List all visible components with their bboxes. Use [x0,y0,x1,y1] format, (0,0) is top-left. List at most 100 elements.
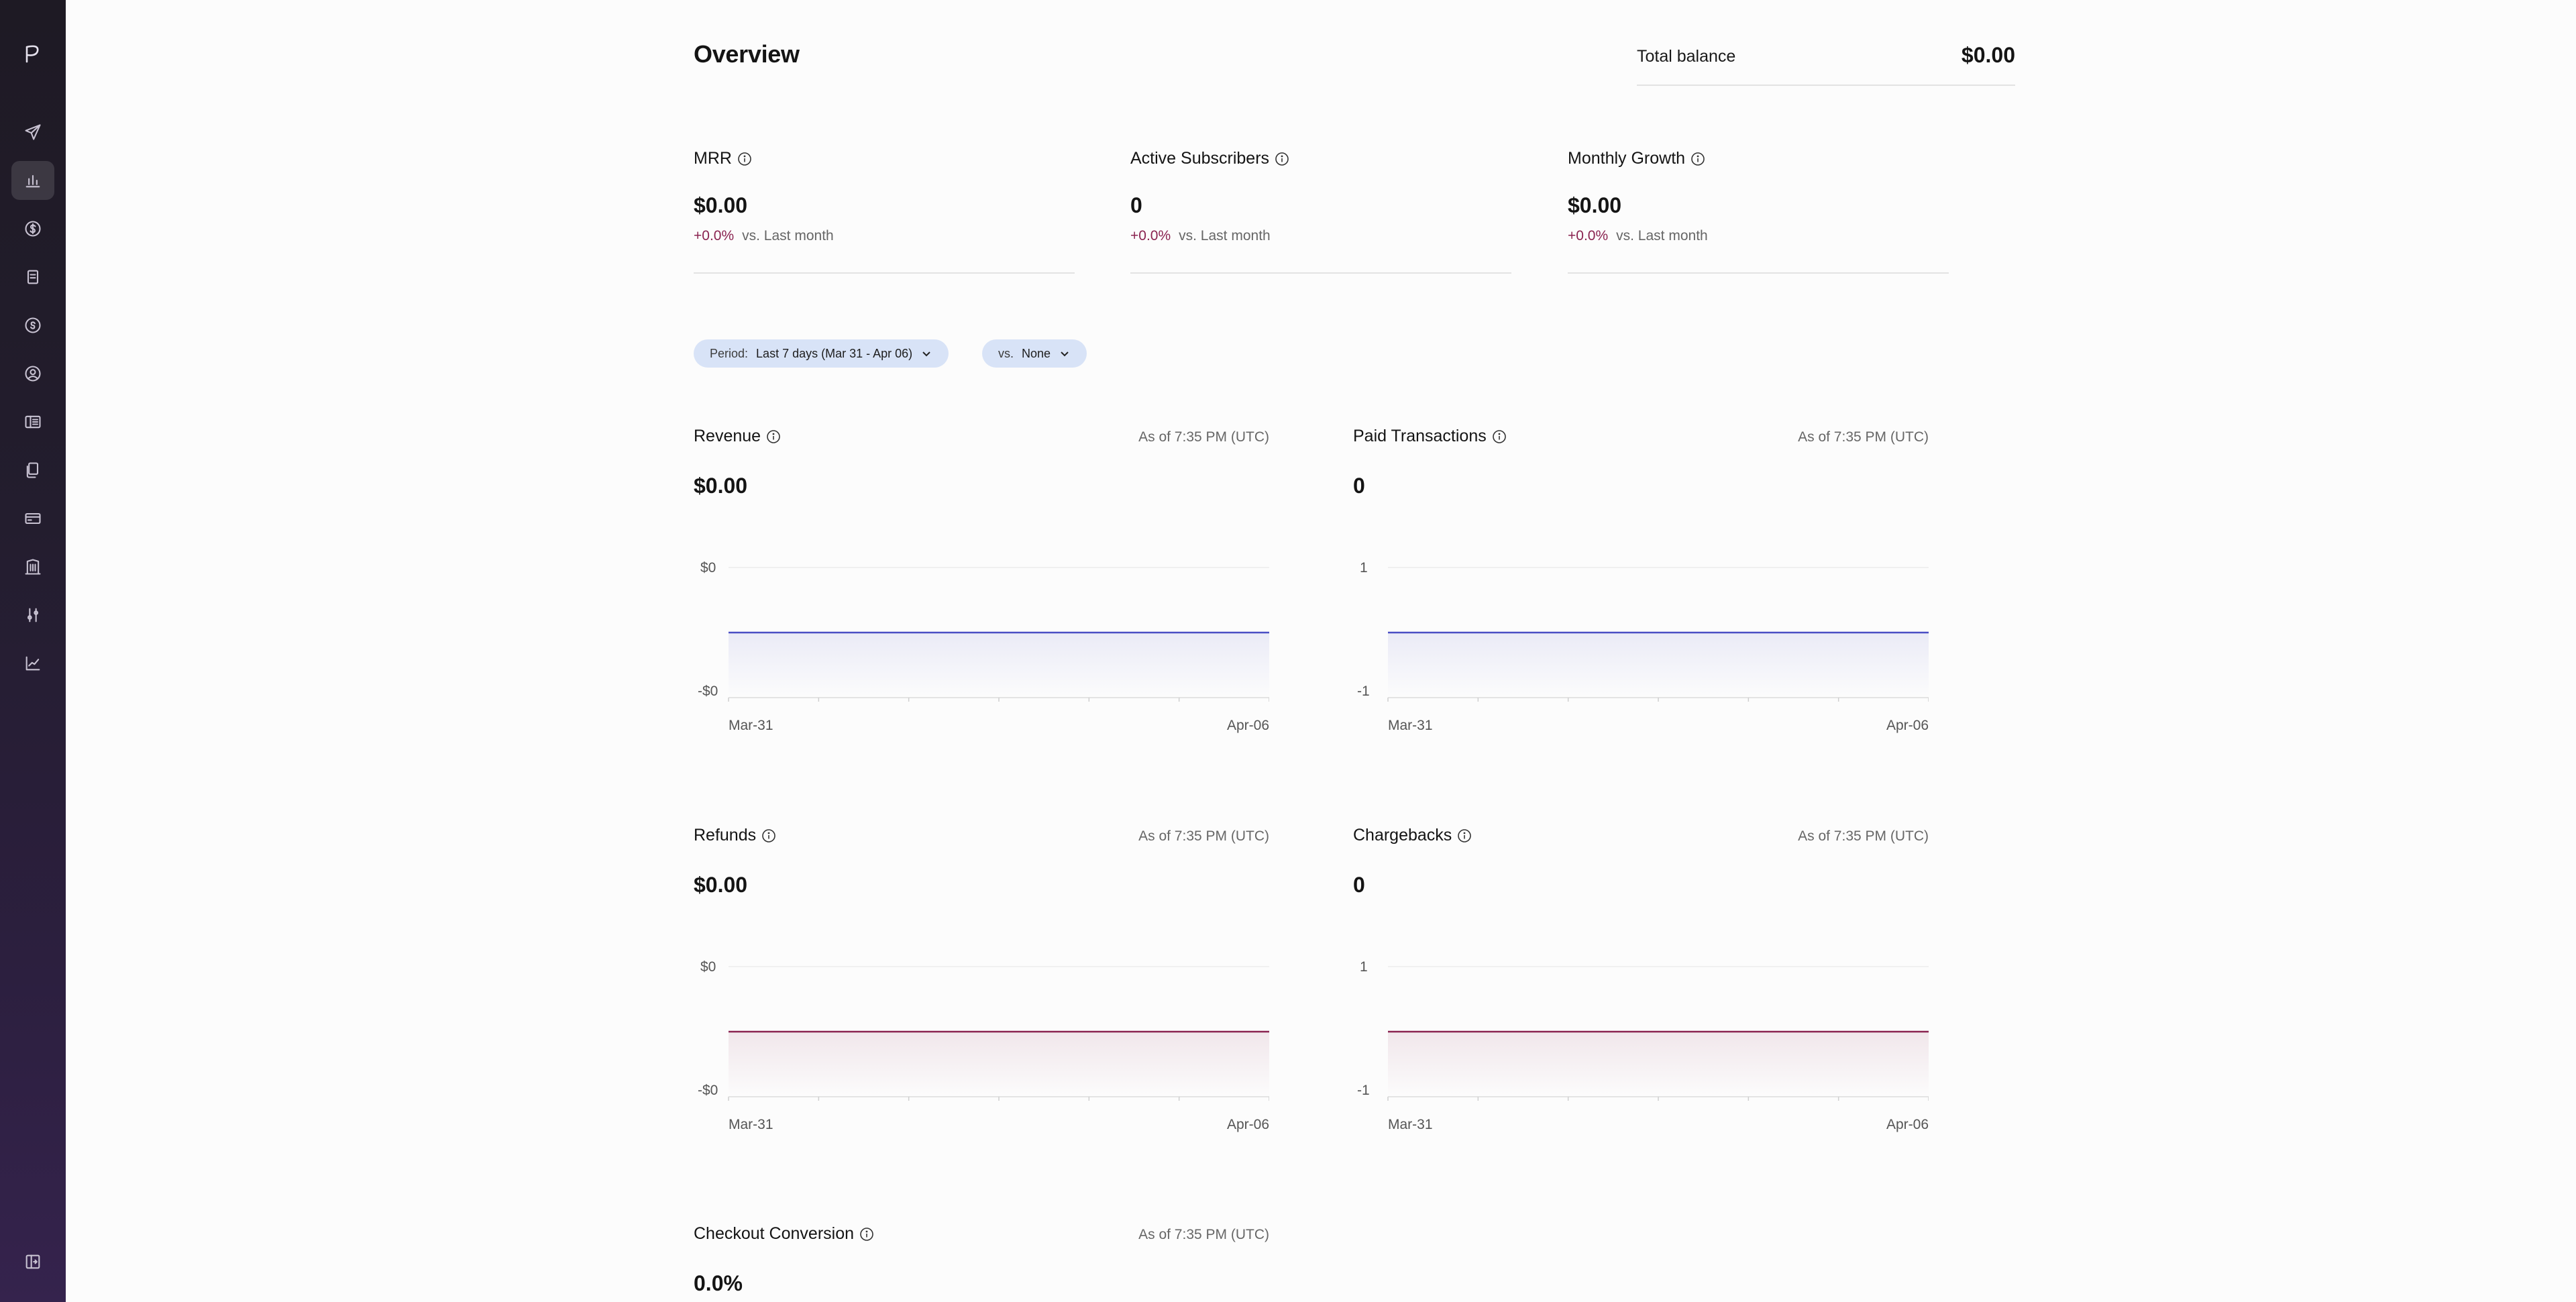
documents-icon [27,270,39,284]
series-area [729,1032,1269,1097]
info-icon[interactable] [737,152,752,166]
x-tick-label: Mar-31 [1388,1117,1433,1132]
page-title: Overview [694,40,800,68]
card-title: Checkout Conversion [694,1224,855,1243]
chargebacks-card: Chargebacks As of 7:35 PM (UTC) 0 1 -1 Mar… [1353,826,1929,1161]
card-value: 0.0% [694,1271,743,1295]
paid-transactions-card: Paid Transactions As of 7:35 PM (UTC) 0 … [1353,427,1929,762]
info-icon[interactable] [1690,152,1705,166]
y-tick-label: $0 [700,959,716,975]
metric-comparison: vs. Last month [1616,228,1708,243]
metric-label: Monthly Growth [1568,149,1686,168]
x-tick-label: Apr-06 [1227,718,1269,733]
sidebar-item-customers[interactable] [11,354,54,393]
metric-value: $0.00 [1568,193,1622,217]
y-tick-label: 1 [1360,959,1368,975]
bar-chart-icon [25,174,40,188]
files-icon [26,462,39,478]
sidebar-item-products[interactable] [11,258,54,296]
user-circle-icon [25,366,41,382]
checkout-conversion-card: Checkout Conversion As of 7:35 PM (UTC) … [694,1224,1269,1302]
info-icon[interactable] [1275,152,1289,166]
metric-label: Active Subscribers [1130,149,1270,168]
card-as-of: As of 7:35 PM (UTC) [1138,828,1269,844]
y-tick-label: -$0 [698,684,718,699]
metric-delta: +0.0% [1130,228,1171,243]
main-content: Overview Total balance $0.00 MRR $0.00 +… [66,0,2576,1302]
x-tick-label: Apr-06 [1886,1117,1929,1132]
book-icon [25,415,41,429]
sidebar-item-settings[interactable] [11,596,54,635]
coin-icon [25,317,41,333]
info-icon[interactable] [1492,429,1507,444]
card-value: 0 [1353,873,1365,897]
rocket-icon [25,124,41,140]
y-tick-label: -$0 [698,1083,718,1098]
series-area [1388,633,1929,698]
info-icon[interactable] [766,429,781,444]
sidebar-item-analytics[interactable] [11,161,54,200]
sidebar-item-launch[interactable] [11,113,54,152]
sidebar-item-storefront[interactable] [11,402,54,441]
chevron-down-icon [1061,351,1069,357]
chart-svg: 1 -1 Mar-31 Apr-06 [1357,560,1929,733]
polar-logo-icon[interactable] [16,36,50,70]
metric-label: MRR [694,149,732,168]
metric-delta: +0.0% [694,228,735,243]
info-icon[interactable] [859,1227,874,1242]
card-as-of: As of 7:35 PM (UTC) [1798,429,1929,445]
card-title: Revenue [694,427,761,445]
trend-chart-icon [25,656,40,671]
comparison-selector[interactable]: vs. None [982,339,1087,368]
credit-card-icon [25,512,41,525]
sidebar-item-finance[interactable] [11,306,54,345]
sidebar-item-sales[interactable] [11,209,54,248]
metric-comparison: vs. Last month [742,228,834,243]
card-as-of: As of 7:35 PM (UTC) [1138,1227,1269,1242]
card-title: Chargebacks [1353,826,1452,845]
chart-svg: $0 -$0 Mar-31 Apr-06 [698,560,1270,733]
metric-value: 0 [1130,193,1142,217]
metric-comparison: vs. Last month [1179,228,1271,243]
balance-label: Total balance [1637,47,1736,66]
chart-svg: 1 -1 Mar-31 Apr-06 [1357,959,1929,1132]
sidebar-item-metrics[interactable] [11,644,54,683]
chargebacks-chart: 1 -1 Mar-31 Apr-06 [1353,946,1929,1151]
card-as-of: As of 7:35 PM (UTC) [1798,828,1929,844]
sidebar-item-payments[interactable] [11,499,54,538]
x-tick-label: Mar-31 [1388,718,1433,733]
chart-svg: $0 -$0 Mar-31 Apr-06 [698,959,1270,1132]
y-tick-label: $0 [700,560,716,576]
period-selector[interactable]: Period: Last 7 days (Mar 31 - Apr 06) [694,339,949,368]
y-tick-label: 1 [1360,560,1368,576]
y-tick-label: -1 [1357,684,1370,699]
x-tick-label: Mar-31 [729,718,773,733]
total-balance: Total balance $0.00 [1637,40,2015,86]
dollar-circle-icon [25,221,41,237]
metric-active-subscribers: Active Subscribers 0 +0.0% vs. Last month [1130,146,1511,274]
sliders-icon [27,608,39,622]
refunds-chart: $0 -$0 Mar-31 Apr-06 [694,946,1270,1151]
collapse-sidebar-icon [25,1254,40,1269]
chevron-down-icon [922,351,930,357]
card-as-of: As of 7:35 PM (UTC) [1138,429,1269,445]
sidebar-item-organization[interactable] [11,547,54,586]
metric-mrr: MRR $0.00 +0.0% vs. Last month [694,146,1075,274]
metric-value: $0.00 [694,193,748,217]
y-tick-label: -1 [1357,1083,1370,1098]
x-tick-label: Apr-06 [1886,718,1929,733]
card-value: 0 [1353,474,1365,498]
info-icon[interactable] [1457,828,1472,843]
compare-prefix: vs. [998,346,1014,360]
sidebar-item-files[interactable] [11,451,54,490]
revenue-card: Revenue As of 7:35 PM (UTC) $0.00 $0 -$0 M… [694,427,1270,762]
compare-value: None [1022,346,1051,360]
card-value: $0.00 [694,474,748,498]
refunds-card: Refunds As of 7:35 PM (UTC) $0.00 $0 -$0 M… [694,826,1270,1161]
balance-value: $0.00 [1961,43,2015,67]
series-area [1388,1032,1929,1097]
x-tick-label: Mar-31 [729,1117,773,1132]
paid-transactions-chart: 1 -1 Mar-31 Apr-06 [1353,547,1929,752]
info-icon[interactable] [761,828,776,843]
collapse-sidebar-button[interactable] [11,1242,54,1281]
